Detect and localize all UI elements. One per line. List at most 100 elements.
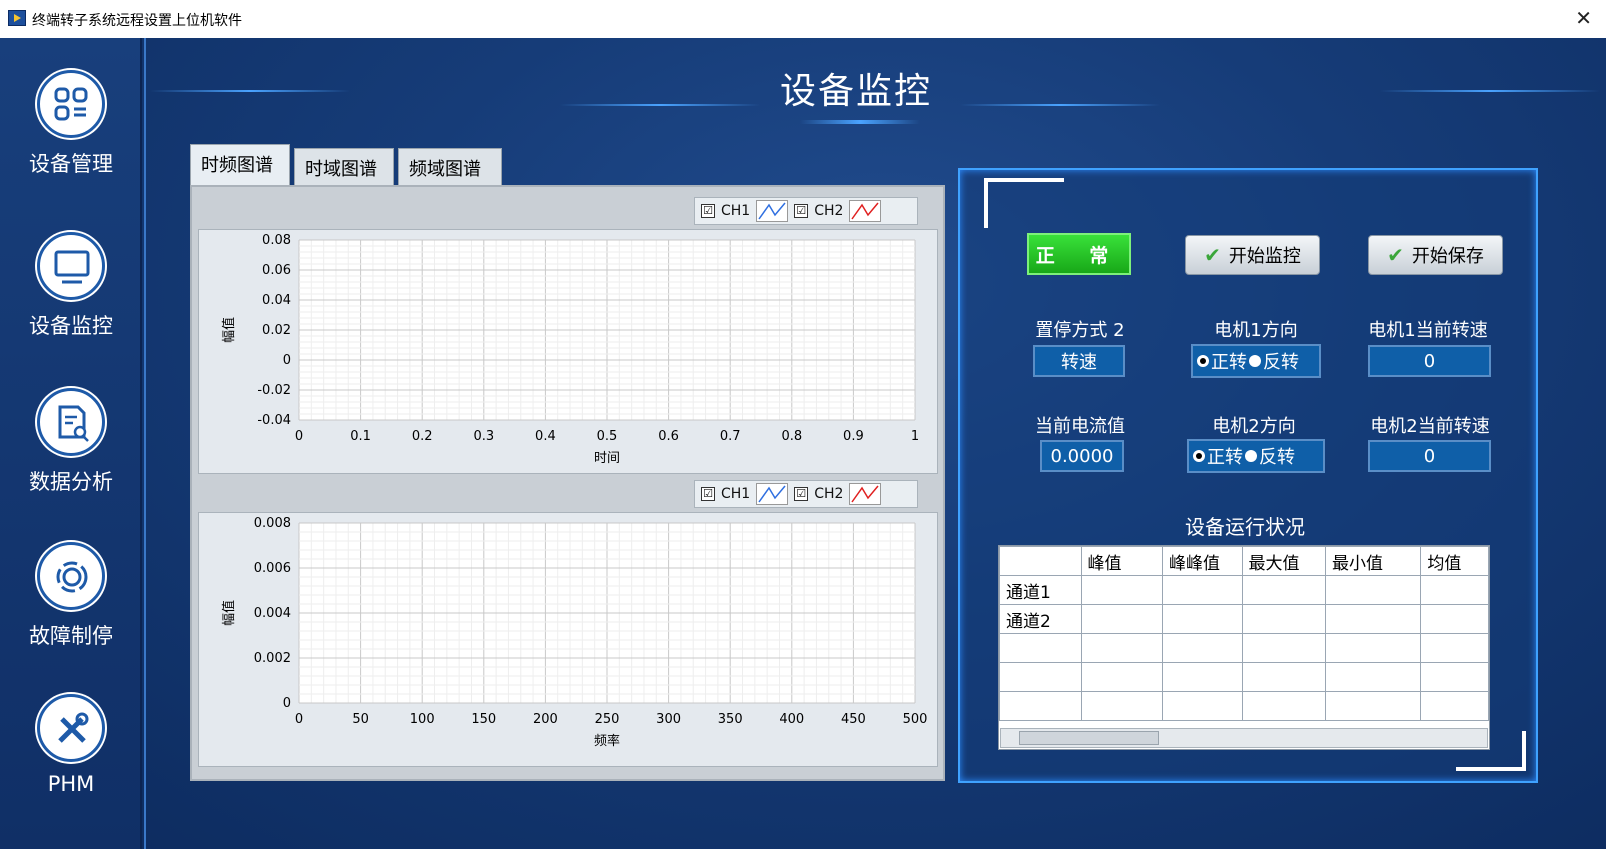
table-cell[interactable] xyxy=(1162,691,1243,721)
table-cell[interactable] xyxy=(1420,575,1489,605)
table-cell[interactable] xyxy=(1241,633,1326,663)
nav-label: PHM xyxy=(47,772,95,796)
table-cell[interactable] xyxy=(1420,604,1489,634)
motor1-direction-radio[interactable]: 正转 反转 xyxy=(1191,344,1321,378)
app-body: 设备管理 设备监控 数据分析 故障制停 PHM 设备监控 时频图谱 时域图谱 频… xyxy=(0,38,1606,849)
y-tick-label: 0.04 xyxy=(262,293,291,308)
table-cell[interactable] xyxy=(1324,662,1422,692)
table-cell[interactable] xyxy=(1080,691,1163,721)
plot-area[interactable]: 0 0.1 0.2 0.3 0.4 0.5 0.6 0.7 0.8 0.9 1 0.08 0.06 0.0… xyxy=(199,230,937,473)
table-header-cell: 峰值 xyxy=(1080,546,1163,576)
x-tick-label: 0.6 xyxy=(658,429,679,444)
table-cell[interactable] xyxy=(1420,662,1489,692)
tab-frequency-domain[interactable]: 频域图谱 xyxy=(398,148,502,188)
close-button[interactable]: ✕ xyxy=(1575,6,1592,30)
checkmark-icon: ✔ xyxy=(1387,243,1404,267)
legend-checkbox[interactable]: ☑ xyxy=(701,204,715,218)
nav-device-management[interactable]: 设备管理 xyxy=(0,70,142,178)
table-cell[interactable] xyxy=(1080,575,1163,605)
tab-time-domain[interactable]: 时域图谱 xyxy=(294,148,394,188)
motor2-speed-value: 0 xyxy=(1368,440,1491,472)
table-row: 通道2 xyxy=(999,604,1489,634)
y-axis-label: 幅值 xyxy=(221,317,237,343)
table-row xyxy=(999,691,1489,721)
table-cell[interactable] xyxy=(1162,633,1243,663)
radio-forward[interactable] xyxy=(1197,355,1209,367)
y-tick-label: 0 xyxy=(283,696,291,711)
scrollbar-thumb[interactable] xyxy=(1019,731,1159,745)
chart-legend: ☑ CH1 ☑ CH2 xyxy=(694,480,918,508)
x-tick-label: 0 xyxy=(295,712,303,727)
table-cell[interactable] xyxy=(1241,604,1326,634)
sidebar: 设备管理 设备监控 数据分析 故障制停 PHM xyxy=(0,38,146,849)
monitor-icon xyxy=(37,232,105,300)
table-cell[interactable] xyxy=(999,691,1082,721)
table-cell[interactable] xyxy=(1080,604,1163,634)
table-cell[interactable] xyxy=(1080,633,1163,663)
y-tick-label: -0.02 xyxy=(257,383,291,398)
table-cell[interactable] xyxy=(999,633,1082,663)
table-cell[interactable] xyxy=(1241,691,1326,721)
legend-label: CH2 xyxy=(814,203,844,219)
window-title: 终端转子系统远程设置上位机软件 xyxy=(32,13,242,29)
header-decoration-right xyxy=(1380,90,1600,92)
radio-reverse[interactable] xyxy=(1245,450,1257,462)
ring-icon xyxy=(37,542,105,610)
nav-data-analysis[interactable]: 数据分析 xyxy=(0,388,142,496)
start-monitor-button[interactable]: ✔ 开始监控 xyxy=(1185,235,1320,275)
y-tick-label: 0.002 xyxy=(254,651,291,666)
radio-reverse[interactable] xyxy=(1249,355,1261,367)
radio-forward[interactable] xyxy=(1193,450,1205,462)
table-cell[interactable] xyxy=(1420,691,1489,721)
radio-forward-label: 正转 xyxy=(1211,352,1247,373)
nav-device-monitor[interactable]: 设备监控 xyxy=(0,232,142,340)
x-tick-label: 0.2 xyxy=(412,429,433,444)
x-tick-label: 0.8 xyxy=(781,429,802,444)
table-cell[interactable]: 通道2 xyxy=(999,604,1082,634)
table-cell[interactable] xyxy=(1162,604,1243,634)
motor2-direction-radio[interactable]: 正转 反转 xyxy=(1187,439,1325,473)
header-underline xyxy=(800,120,920,124)
table-cell[interactable] xyxy=(1162,662,1243,692)
legend-checkbox[interactable]: ☑ xyxy=(701,487,715,501)
stop-mode-select[interactable]: 转速 xyxy=(1033,345,1125,377)
x-tick-label: 0.5 xyxy=(597,429,618,444)
table-cell[interactable] xyxy=(999,662,1082,692)
table-cell[interactable] xyxy=(1162,575,1243,605)
table-cell[interactable] xyxy=(1324,633,1422,663)
table-cell[interactable] xyxy=(1324,604,1422,634)
time-chart: ☑ CH1 ☑ CH2 0 0.1 0.2 0.3 0.4 0.5 0.6 0.7 0.8 0.9 1 0.0… xyxy=(198,197,938,475)
legend-swatch xyxy=(849,200,882,222)
legend-label: CH1 xyxy=(721,486,751,502)
table-cell[interactable] xyxy=(1420,633,1489,663)
table-header-cell: 最小值 xyxy=(1324,546,1422,576)
x-tick-label: 400 xyxy=(779,712,804,727)
tab-panel: ☑ CH1 ☑ CH2 0 0.1 0.2 0.3 0.4 0.5 0.6 0.7 0.8 0.9 1 0.0… xyxy=(190,185,945,781)
tab-time-frequency[interactable]: 时频图谱 xyxy=(190,144,290,188)
tools-icon xyxy=(37,694,105,762)
corner-decoration xyxy=(984,178,1064,228)
table-cell[interactable] xyxy=(1324,691,1422,721)
table-cell[interactable] xyxy=(1080,662,1163,692)
nav-label: 设备监控 xyxy=(29,314,113,338)
x-tick-label: 450 xyxy=(841,712,866,727)
table-cell[interactable] xyxy=(1241,575,1326,605)
start-save-button[interactable]: ✔ 开始保存 xyxy=(1368,235,1503,275)
legend-checkbox[interactable]: ☑ xyxy=(794,487,809,501)
x-tick-label: 350 xyxy=(718,712,743,727)
x-tick-label: 0.1 xyxy=(350,429,371,444)
table-header-cell: 最大值 xyxy=(1241,546,1326,576)
table-horizontal-scrollbar[interactable] xyxy=(1000,728,1488,748)
plot-area[interactable]: 0 50 100 150 200 250 300 350 400 450 500 0.008 0.006… xyxy=(199,513,937,766)
table-cell[interactable] xyxy=(1241,662,1326,692)
table-cell[interactable]: 通道1 xyxy=(999,575,1082,605)
plot-frame: 0 0.1 0.2 0.3 0.4 0.5 0.6 0.7 0.8 0.9 1 0.08 0.06 0.0… xyxy=(198,229,938,474)
legend-checkbox[interactable]: ☑ xyxy=(794,204,809,218)
legend-swatch xyxy=(849,483,882,505)
nav-phm[interactable]: PHM xyxy=(0,694,142,796)
table-row xyxy=(999,633,1489,663)
table-cell[interactable] xyxy=(1324,575,1422,605)
x-tick-label: 0 xyxy=(295,429,303,444)
nav-fault-stop[interactable]: 故障制停 xyxy=(0,542,142,650)
stop-mode-label: 置停方式 2 xyxy=(1035,320,1125,341)
